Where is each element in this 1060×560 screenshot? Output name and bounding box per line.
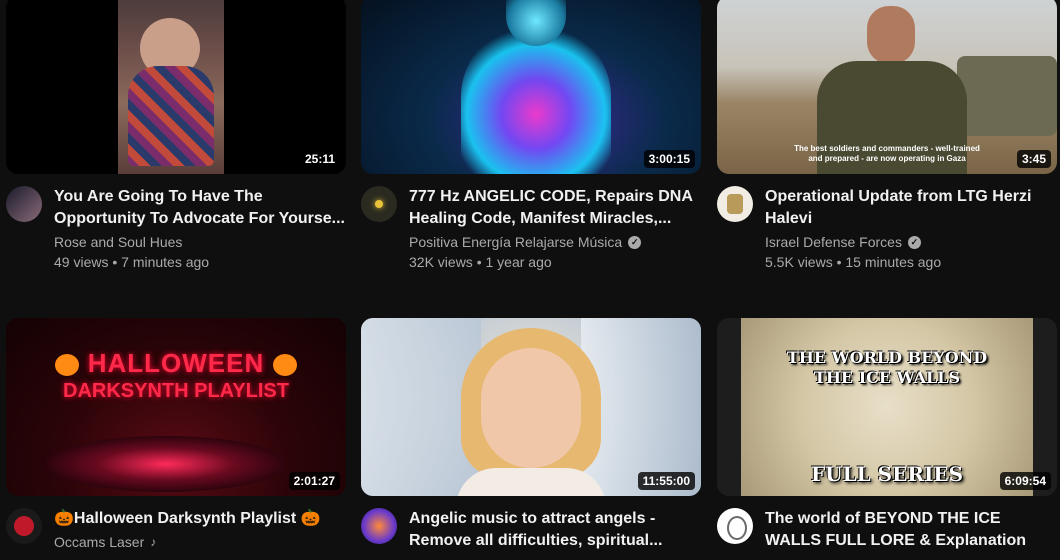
video-card[interactable]: 25:11 You Are Going To Have The Opportun… bbox=[6, 0, 346, 272]
video-card[interactable]: HALLOWEEN DARKSYNTH PLAYLIST 2:01:27 🎃Ha… bbox=[6, 318, 346, 552]
duration-badge: 2:01:27 bbox=[288, 472, 340, 490]
channel-name[interactable]: Rose and Soul Hues bbox=[54, 232, 346, 252]
video-grid: 25:11 You Are Going To Have The Opportun… bbox=[0, 0, 1060, 560]
video-stats: 49 views • 7 minutes ago bbox=[54, 254, 210, 270]
video-title[interactable]: 🎃Halloween Darksynth Playlist 🎃 bbox=[54, 508, 346, 530]
video-card[interactable]: THE WORLD BEYOND THE ICE WALLS FULL SERI… bbox=[717, 318, 1057, 552]
music-note-icon: ♪ bbox=[150, 535, 157, 549]
video-title[interactable]: Operational Update from LTG Herzi Halevi bbox=[765, 186, 1057, 230]
video-title[interactable]: Angelic music to attract angels - Remove… bbox=[409, 508, 701, 552]
video-thumbnail[interactable]: 25:11 bbox=[6, 0, 346, 174]
video-thumbnail[interactable]: HALLOWEEN DARKSYNTH PLAYLIST 2:01:27 bbox=[6, 318, 346, 496]
video-card[interactable]: The best soldiers and commanders - well-… bbox=[717, 0, 1057, 272]
video-title[interactable]: The world of BEYOND THE ICE WALLS FULL L… bbox=[765, 508, 1057, 552]
verified-icon: ✓ bbox=[907, 235, 921, 249]
thumbnail-image bbox=[461, 26, 611, 174]
channel-avatar[interactable] bbox=[361, 508, 397, 544]
thumbnail-headline: THE WORLD BEYOND bbox=[786, 348, 988, 367]
verified-icon: ✓ bbox=[628, 235, 642, 249]
channel-name-text[interactable]: Israel Defense Forces bbox=[765, 232, 902, 252]
video-thumbnail[interactable]: THE WORLD BEYOND THE ICE WALLS FULL SERI… bbox=[717, 318, 1057, 496]
duration-badge: 6:09:54 bbox=[999, 472, 1051, 490]
duration-badge: 3:45 bbox=[1016, 150, 1051, 168]
pumpkin-icon bbox=[55, 354, 80, 377]
thumbnail-subheadline: THE ICE WALLS bbox=[813, 368, 961, 387]
channel-avatar[interactable] bbox=[6, 186, 42, 222]
thumbnail-subheadline: DARKSYNTH PLAYLIST bbox=[63, 380, 289, 402]
duration-badge: 3:00:15 bbox=[643, 150, 695, 168]
channel-avatar[interactable] bbox=[361, 186, 397, 222]
thumbnail-image bbox=[46, 436, 286, 492]
channel-name-text[interactable]: Positiva Energía Relajarse Música bbox=[409, 232, 622, 252]
video-thumbnail[interactable]: The best soldiers and commanders - well-… bbox=[717, 0, 1057, 174]
channel-name[interactable]: Positiva Energía Relajarse Música ✓ bbox=[409, 232, 701, 252]
video-card[interactable]: 11:55:00 Angelic music to attract angels… bbox=[361, 318, 701, 552]
thumbnail-caption: The best soldiers and commanders - well-… bbox=[794, 144, 980, 163]
thumbnail-image bbox=[481, 348, 581, 468]
video-stats: 5.5K views • 15 minutes ago bbox=[765, 254, 942, 270]
channel-name[interactable]: Israel Defense Forces ✓ bbox=[765, 232, 1057, 252]
channel-name-text[interactable]: Rose and Soul Hues bbox=[54, 232, 182, 252]
thumbnail-image bbox=[118, 0, 224, 174]
video-stats: 32K views • 1 year ago bbox=[409, 254, 552, 270]
channel-avatar[interactable] bbox=[717, 508, 753, 544]
thumbnail-headline: HALLOWEEN bbox=[87, 348, 265, 378]
channel-name-text[interactable]: Occams Laser bbox=[54, 532, 144, 552]
duration-badge: 25:11 bbox=[299, 150, 340, 168]
video-thumbnail[interactable]: 11:55:00 bbox=[361, 318, 701, 496]
channel-name[interactable]: Occams Laser ♪ bbox=[54, 532, 346, 552]
video-thumbnail[interactable]: 3:00:15 bbox=[361, 0, 701, 174]
video-title[interactable]: 777 Hz ANGELIC CODE, Repairs DNA Healing… bbox=[409, 186, 701, 230]
pumpkin-icon bbox=[272, 354, 297, 377]
video-card[interactable]: 3:00:15 777 Hz ANGELIC CODE, Repairs DNA… bbox=[361, 0, 701, 272]
video-title[interactable]: You Are Going To Have The Opportunity To… bbox=[54, 186, 346, 230]
duration-badge: 11:55:00 bbox=[637, 472, 695, 490]
channel-avatar[interactable] bbox=[717, 186, 753, 222]
channel-avatar[interactable] bbox=[6, 508, 42, 544]
